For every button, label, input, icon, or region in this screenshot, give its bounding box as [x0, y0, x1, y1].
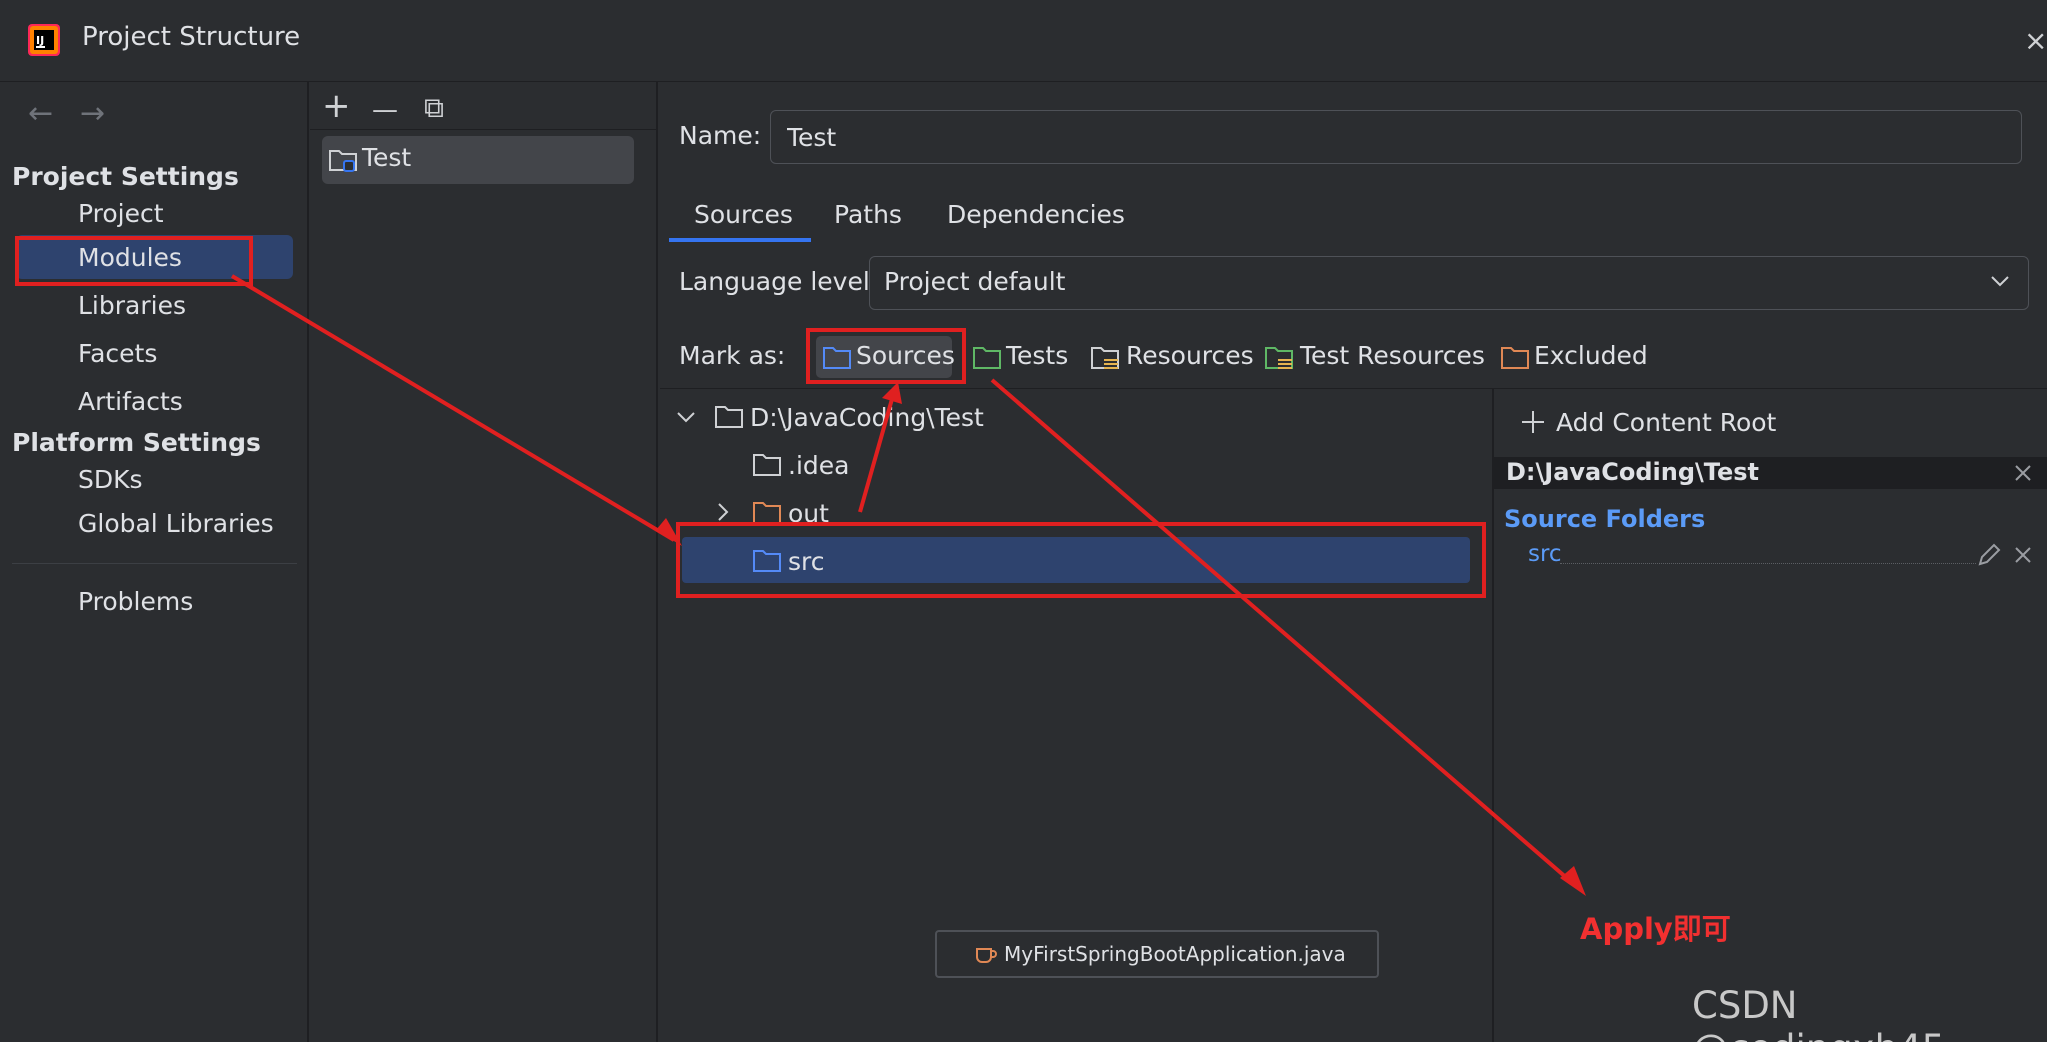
- arrow-to-apply: [990, 378, 1578, 888]
- arrow-src-to-sources: [858, 391, 896, 513]
- arrow-head-apply: [1560, 866, 1586, 896]
- annotation-note: Apply即可: [1580, 912, 1731, 946]
- watermark: CSDN @codingxb45: [1692, 984, 1945, 1042]
- arrow-head-src: [656, 518, 682, 546]
- arrow-head-sources: [882, 382, 902, 404]
- arrow-modules-to-src: [230, 274, 676, 542]
- annotation-arrows: [230, 274, 1586, 896]
